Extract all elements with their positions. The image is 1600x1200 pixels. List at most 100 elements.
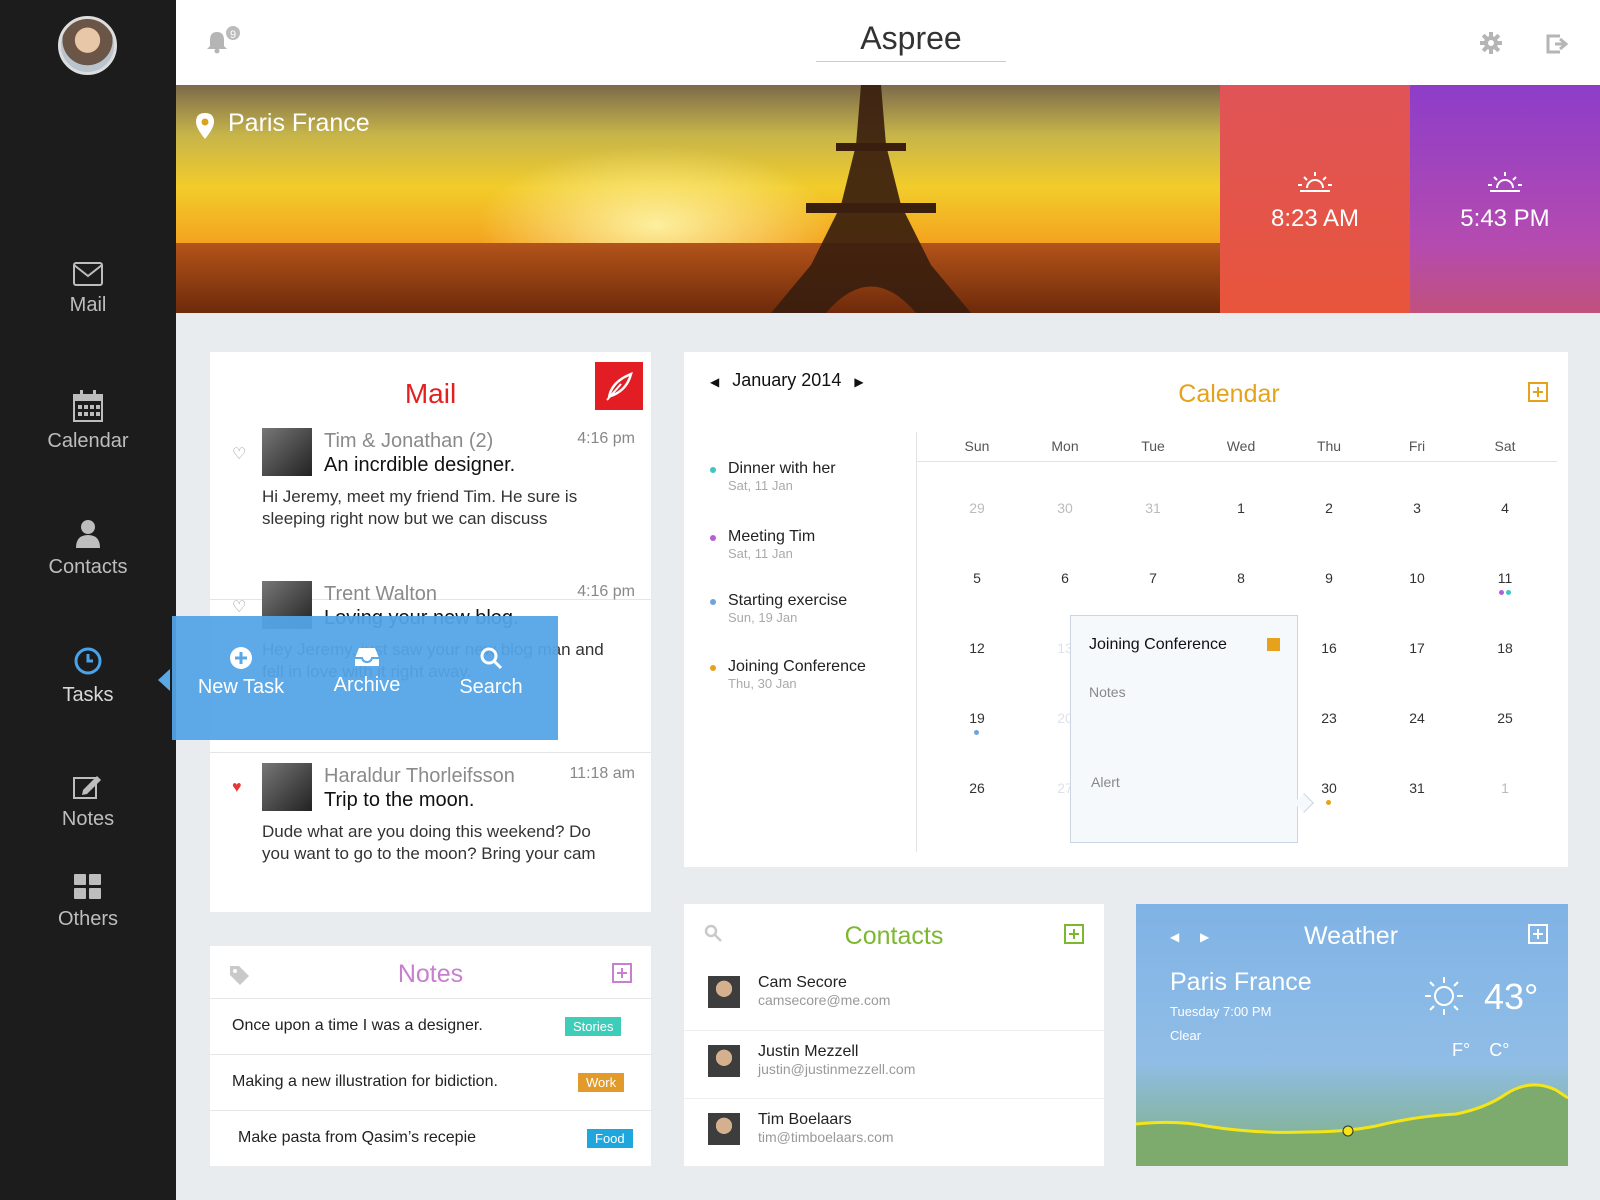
new-task-button[interactable]: New Task xyxy=(196,646,286,699)
calendar-day[interactable]: 9 xyxy=(1289,570,1369,586)
search-icon[interactable] xyxy=(704,924,722,942)
add-event-icon[interactable] xyxy=(1528,382,1548,402)
contact-item[interactable]: Justin Mezzell justin@justinmezzell.com xyxy=(684,1030,1104,1098)
mail-item[interactable]: ♡ Tim & Jonathan (2) 4:16 pm An incrdibl… xyxy=(210,422,651,600)
event-title: Meeting Tim xyxy=(728,528,816,545)
add-contact-icon[interactable] xyxy=(1064,924,1084,944)
event-marker xyxy=(974,730,979,735)
sidebar-item-tasks[interactable]: Tasks xyxy=(0,646,176,707)
calendar-day[interactable]: 10 xyxy=(1377,570,1457,586)
event-item[interactable]: Meeting Tim Sat, 11 Jan xyxy=(710,528,910,561)
month-switcher: ◀ January 2014 ▶ xyxy=(710,370,864,391)
calendar-day[interactable]: 3 xyxy=(1377,500,1457,516)
note-tag[interactable]: Work xyxy=(578,1073,625,1092)
sidebar-item-contacts[interactable]: Contacts xyxy=(0,518,176,579)
mail-preview: Dude what are you doing this weekend? Do… xyxy=(262,822,596,863)
search-button[interactable]: Search xyxy=(446,646,536,699)
add-note-icon[interactable] xyxy=(612,963,632,983)
unit-celsius[interactable]: C° xyxy=(1489,1040,1509,1060)
calendar-day[interactable]: 23 xyxy=(1289,710,1369,726)
event-marker xyxy=(1326,800,1331,805)
compose-button[interactable] xyxy=(595,362,643,410)
popover-alert-label[interactable]: Alert xyxy=(1091,774,1120,790)
calendar-day[interactable]: 25 xyxy=(1465,710,1545,726)
calendar-day[interactable]: 1 xyxy=(1465,780,1545,796)
prev-city-icon[interactable]: ◀ xyxy=(1170,930,1179,944)
calendar-icon xyxy=(73,390,103,422)
mail-item[interactable]: ♥ Haraldur Thorleifsson 11:18 am Trip to… xyxy=(210,757,651,935)
event-dot xyxy=(710,535,716,541)
archive-label: Archive xyxy=(333,674,401,696)
note-item[interactable]: Make pasta from Qasim’s recepie Food xyxy=(210,1110,651,1166)
top-bar: 9 Aspree xyxy=(176,0,1600,85)
weather-condition: Clear xyxy=(1170,1028,1202,1043)
event-item[interactable]: Dinner with her Sat, 11 Jan xyxy=(710,460,910,493)
contact-item[interactable]: Cam Secore camsecore@me.com xyxy=(684,962,1104,1030)
sunrise-panel: 8:23 AM xyxy=(1220,85,1410,313)
calendar-day[interactable]: 31 xyxy=(1377,780,1457,796)
eiffel-tower-image xyxy=(771,85,971,313)
user-icon xyxy=(76,520,100,548)
sunset-panel: 5:43 PM xyxy=(1410,85,1600,313)
heart-filled-icon[interactable]: ♥ xyxy=(232,779,242,797)
sidebar-item-others[interactable]: Others xyxy=(0,874,176,931)
contact-email: camsecore@me.com xyxy=(758,992,891,1008)
task-actions-popup: New Task Archive Search xyxy=(172,616,558,740)
add-city-icon[interactable] xyxy=(1528,924,1548,944)
calendar-day[interactable]: 26 xyxy=(937,780,1017,796)
calendar-day[interactable]: 8 xyxy=(1201,570,1281,586)
event-item[interactable]: Starting exercise Sun, 19 Jan xyxy=(710,592,910,625)
prev-month-icon[interactable]: ◀ xyxy=(710,375,719,389)
calendar-day[interactable]: 1 xyxy=(1201,500,1281,516)
heart-icon[interactable]: ♡ xyxy=(232,597,246,617)
sidebar-item-notes[interactable]: Notes xyxy=(0,774,176,831)
calendar-day[interactable]: 30 xyxy=(1289,780,1369,805)
calendar-day[interactable]: 6 xyxy=(1025,570,1105,586)
calendar-day[interactable]: 24 xyxy=(1377,710,1457,726)
event-dot xyxy=(710,599,716,605)
calendar-day[interactable]: 12 xyxy=(937,640,1017,656)
calendar-day[interactable]: 11 xyxy=(1465,570,1545,595)
weather-card: ◀ ▶ Weather Paris France Tuesday 7:00 PM… xyxy=(1136,904,1568,1166)
calendar-day[interactable]: 29 xyxy=(937,500,1017,516)
sidebar-item-calendar[interactable]: Calendar xyxy=(0,390,176,453)
contact-name: Justin Mezzell xyxy=(758,1043,859,1060)
gear-icon[interactable] xyxy=(1480,32,1502,59)
user-avatar[interactable] xyxy=(58,16,117,75)
calendar-day[interactable]: 19 xyxy=(937,710,1017,735)
event-item[interactable]: Joining Conference Thu, 30 Jan xyxy=(710,658,910,691)
calendar-day[interactable]: 17 xyxy=(1377,640,1457,656)
event-dot xyxy=(710,467,716,473)
calendar-day[interactable]: 31 xyxy=(1113,500,1193,516)
calendar-day[interactable]: 30 xyxy=(1025,500,1105,516)
calendar-day[interactable]: 16 xyxy=(1289,640,1369,656)
note-tag[interactable]: Stories xyxy=(565,1017,622,1036)
calendar-day[interactable]: 2 xyxy=(1289,500,1369,516)
heart-icon[interactable]: ♡ xyxy=(232,444,246,464)
contact-item[interactable]: Tim Boelaars tim@timboelaars.com xyxy=(684,1098,1104,1166)
next-city-icon[interactable]: ▶ xyxy=(1200,930,1209,944)
calendar-day[interactable]: 7 xyxy=(1113,570,1193,586)
contact-avatar xyxy=(708,1045,740,1077)
next-month-icon[interactable]: ▶ xyxy=(854,375,863,389)
note-item[interactable]: Making a new illustration for bidiction.… xyxy=(210,1054,651,1110)
calendar-day[interactable]: 4 xyxy=(1465,500,1545,516)
contacts-card: Contacts Cam Secore camsecore@me.com Jus… xyxy=(684,904,1104,1166)
note-item[interactable]: Once upon a time I was a designer. Stori… xyxy=(210,998,651,1054)
inbox-icon xyxy=(355,648,379,666)
note-tag[interactable]: Food xyxy=(587,1129,633,1148)
sidebar: Mail Calendar Contacts Tasks Notes Other… xyxy=(0,0,176,1200)
clock-icon xyxy=(74,647,102,675)
event-color-swatch[interactable] xyxy=(1267,638,1280,651)
sidebar-item-mail[interactable]: Mail xyxy=(0,262,176,317)
sunset-time: 5:43 PM xyxy=(1460,205,1550,232)
logout-icon[interactable] xyxy=(1546,34,1570,59)
popover-notes-label[interactable]: Notes xyxy=(1089,684,1126,700)
sun-icon xyxy=(1425,977,1463,1015)
archive-button[interactable]: Archive xyxy=(322,646,412,697)
calendar-day[interactable]: 18 xyxy=(1465,640,1545,656)
unit-fahrenheit[interactable]: F° xyxy=(1452,1040,1470,1060)
calendar-day[interactable]: 5 xyxy=(937,570,1017,586)
sunrise-time: 8:23 AM xyxy=(1270,205,1360,232)
mail-subject: An incrdible designer. xyxy=(324,454,516,476)
